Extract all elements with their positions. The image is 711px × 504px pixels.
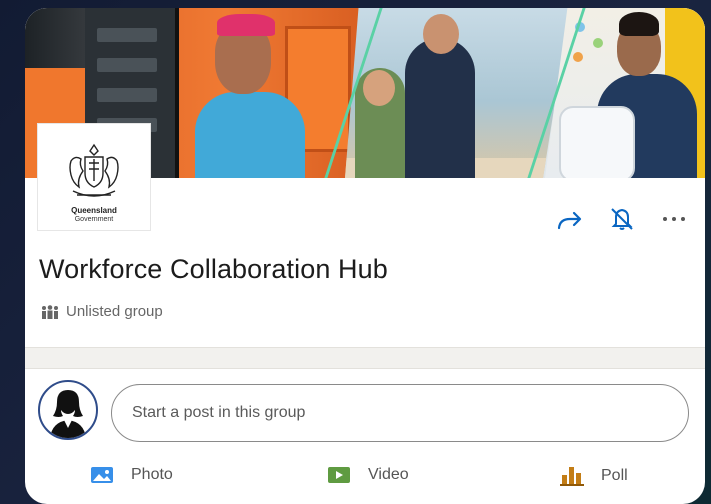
avatar[interactable]	[38, 380, 98, 440]
group-visibility-label: Unlisted group	[66, 303, 163, 320]
bell-off-icon[interactable]	[607, 204, 637, 234]
logo-text-line2: Government	[74, 216, 114, 223]
group-visibility: Unlisted group	[41, 303, 163, 320]
video-icon	[328, 467, 350, 483]
poll-button[interactable]: Poll	[560, 465, 628, 487]
user-silhouette-icon	[50, 390, 86, 438]
coat-of-arms-icon	[69, 143, 119, 197]
poll-icon	[560, 467, 584, 486]
post-attachment-options: Photo Video Poll	[25, 465, 705, 495]
start-post-input[interactable]: Start a post in this group	[111, 384, 689, 442]
organization-logo: Queensland Government	[37, 123, 151, 231]
poll-label: Poll	[601, 467, 628, 484]
photo-label: Photo	[131, 466, 173, 483]
group-actions	[555, 204, 689, 234]
logo-text-line1: Queensland	[71, 206, 117, 215]
more-horizontal-icon[interactable]	[659, 204, 689, 234]
people-group-icon	[42, 304, 58, 319]
group-card: Queensland Government Workforce Collabor…	[25, 8, 705, 504]
section-divider	[25, 347, 705, 369]
start-post-placeholder: Start a post in this group	[132, 404, 306, 421]
video-label: Video	[368, 466, 409, 483]
share-arrow-icon[interactable]	[555, 204, 585, 234]
photo-button[interactable]: Photo	[90, 465, 173, 485]
video-button[interactable]: Video	[327, 465, 409, 485]
photo-icon	[91, 467, 113, 483]
group-title: Workforce Collaboration Hub	[39, 254, 388, 284]
banner-photo-nurse	[545, 8, 705, 178]
